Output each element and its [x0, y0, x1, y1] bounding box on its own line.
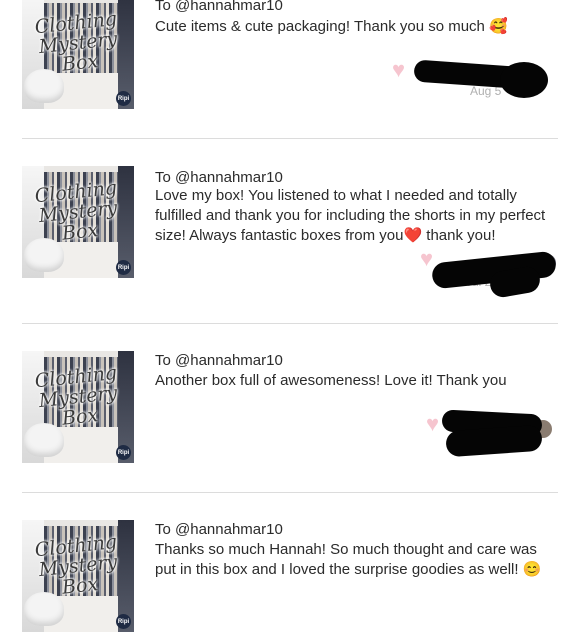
redacted-avatar [500, 62, 548, 98]
redacted-avatar [445, 424, 543, 458]
review-card: Clothing Mystery Box Ripi To @hannahmar1… [0, 324, 580, 492]
thumbnail-logo-text: Clothing Mystery Box [33, 7, 119, 76]
thumbnail-logo-text: Clothing Mystery Box [33, 530, 119, 599]
review-message: Thanks so much Hannah! So much thought a… [155, 541, 542, 578]
smiling-hearts-emoji: 🥰 [489, 18, 508, 35]
product-thumbnail[interactable]: Clothing Mystery Box Ripi [22, 520, 134, 632]
review-recipient[interactable]: To @hannahmar10 [155, 521, 283, 538]
review-message: Cute items & cute packaging! Thank you s… [155, 18, 508, 35]
seller-badge: Ripi [116, 614, 131, 629]
review-card: Clothing Mystery Box Ripi To @hannahmar1… [0, 0, 580, 138]
review-message: Another box full of awesomeness! Love it… [155, 372, 507, 389]
product-thumbnail[interactable]: Clothing Mystery Box Ripi [22, 166, 134, 278]
review-recipient[interactable]: To @hannahmar10 [155, 352, 283, 369]
seller-badge: Ripi [116, 91, 131, 106]
seller-badge: Ripi [116, 260, 131, 275]
review-recipient[interactable]: To @hannahmar10 [155, 0, 283, 14]
review-card: Clothing Mystery Box Ripi To @hannahmar1… [0, 493, 580, 632]
smiling-face-emoji: 😊 [522, 561, 542, 578]
review-card: Clothing Mystery Box Ripi To @hannahmar1… [0, 139, 580, 323]
product-thumbnail[interactable]: Clothing Mystery Box Ripi [22, 351, 134, 463]
review-message: Love my box! You listened to what I need… [155, 187, 546, 244]
seller-badge: Ripi [116, 445, 131, 460]
review-recipient[interactable]: To @hannahmar10 [155, 169, 283, 186]
heart-icon[interactable]: ♥ [392, 59, 414, 81]
thumbnail-logo-text: Clothing Mystery Box [33, 176, 119, 245]
red-heart-emoji: ❤️ [403, 227, 423, 244]
thumbnail-logo-text: Clothing Mystery Box [33, 361, 119, 430]
product-thumbnail[interactable]: Clothing Mystery Box Ripi [22, 0, 134, 109]
